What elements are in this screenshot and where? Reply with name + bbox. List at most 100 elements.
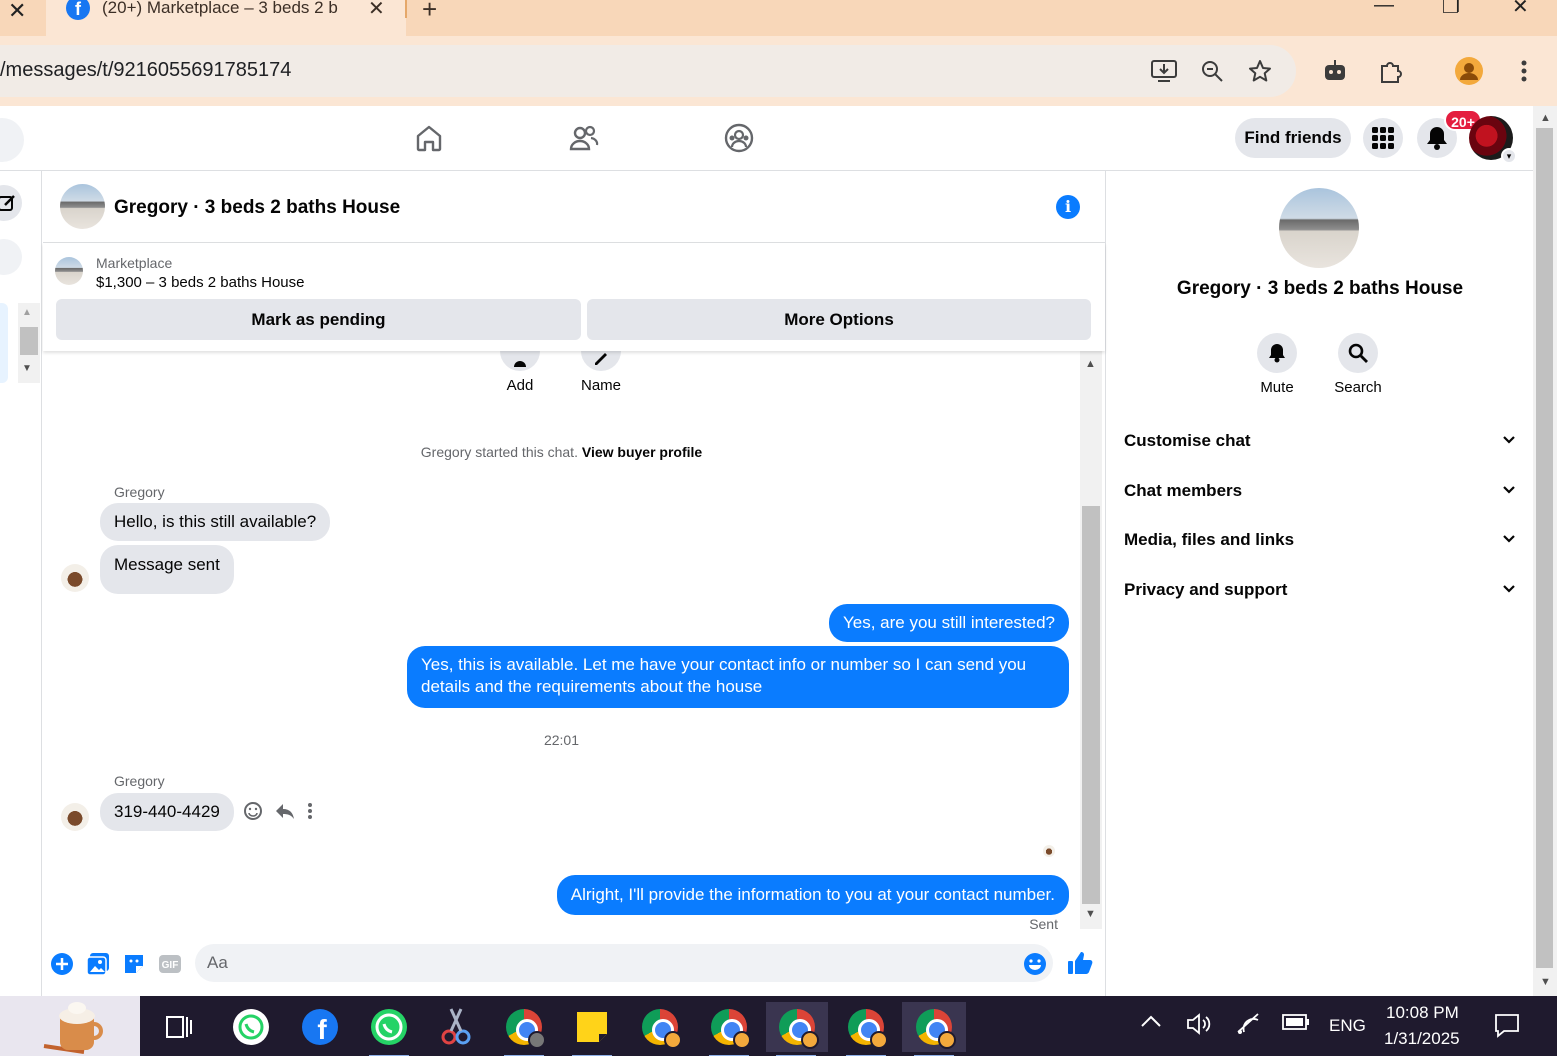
install-app-icon[interactable]: [1150, 57, 1178, 85]
scroll-up-arrow-icon[interactable]: ▲: [1085, 358, 1096, 370]
section-media-files-links[interactable]: Media, files and links: [1124, 530, 1516, 560]
emoji-icon[interactable]: [1023, 952, 1047, 976]
more-actions-icon[interactable]: [307, 801, 313, 826]
chrome-profile-icon[interactable]: [1455, 57, 1483, 85]
listing-title[interactable]: $1,300 – 3 beds 2 baths House: [96, 274, 305, 291]
chrome-icon[interactable]: [498, 1002, 550, 1056]
close-tab-icon[interactable]: ✕: [8, 0, 26, 24]
message-input[interactable]: [195, 944, 1053, 982]
pencil-icon: [595, 353, 607, 365]
chat-title[interactable]: Gregory · 3 beds 2 baths House: [114, 197, 400, 219]
page-scroll-thumb[interactable]: [1536, 128, 1553, 968]
snipping-tool-icon[interactable]: [430, 1002, 482, 1052]
clock-date[interactable]: 1/31/2025: [1384, 1029, 1460, 1049]
message-list: Add Name Gregory started this chat. View…: [43, 351, 1080, 936]
close-window-button[interactable]: ✕: [1512, 0, 1529, 19]
search-in-chat-button[interactable]: [1338, 333, 1378, 373]
sender-avatar[interactable]: [61, 803, 89, 831]
extensions-puzzle-icon[interactable]: [1377, 57, 1405, 85]
chrome-menu-icon[interactable]: [1510, 57, 1538, 85]
sticky-notes-icon[interactable]: [566, 1002, 618, 1056]
chrome-profile-6-icon[interactable]: [902, 1002, 966, 1056]
name-label: Name: [580, 377, 621, 394]
scroll-up-arrow-icon[interactable]: ▲: [1540, 112, 1551, 124]
react-emoji-icon[interactable]: [243, 801, 263, 826]
bookmark-star-icon[interactable]: [1246, 57, 1274, 85]
close-tab-icon[interactable]: ✕: [368, 0, 385, 21]
add-label: Add: [506, 377, 534, 394]
incoming-message[interactable]: Message sent: [100, 545, 234, 594]
chrome-profile-2-icon[interactable]: [634, 1002, 686, 1052]
svg-text:GIF: GIF: [162, 960, 179, 971]
section-label: Customise chat: [1124, 431, 1251, 450]
outgoing-message[interactable]: Yes, this is available. Let me have your…: [407, 646, 1069, 708]
whatsapp-icon[interactable]: [363, 1002, 415, 1056]
gif-icon[interactable]: GIF: [158, 952, 182, 976]
photo-icon[interactable]: [86, 952, 110, 976]
new-message-button[interactable]: [0, 185, 22, 221]
messages-scroll-thumb[interactable]: [1082, 506, 1100, 904]
start-button[interactable]: [0, 996, 140, 1056]
address-bar[interactable]: /messages/t/9216055691785174: [0, 45, 1296, 97]
outgoing-message[interactable]: Yes, are you still interested?: [829, 604, 1069, 642]
groups-icon[interactable]: [724, 123, 754, 153]
name-chat-button[interactable]: [581, 351, 621, 371]
clock-time[interactable]: 10:08 PM: [1386, 1003, 1459, 1023]
volume-icon[interactable]: [1186, 1012, 1212, 1041]
mute-button[interactable]: [1257, 333, 1297, 373]
view-buyer-profile-link[interactable]: View buyer profile: [582, 444, 702, 460]
whatsapp-desktop-icon[interactable]: [225, 1002, 277, 1052]
restore-button[interactable]: ❐: [1442, 0, 1460, 19]
mark-as-pending-button[interactable]: Mark as pending: [56, 299, 581, 340]
find-friends-button[interactable]: Find friends: [1235, 118, 1351, 158]
sender-avatar[interactable]: [61, 564, 89, 592]
battery-icon[interactable]: [1282, 1012, 1310, 1037]
browser-tab-marketplace[interactable]: f (20+) Marketplace – 3 beds 2 b ✕: [46, 0, 406, 36]
notification-center-icon[interactable]: [1494, 1012, 1520, 1043]
chrome-profile-3-icon[interactable]: [703, 1002, 755, 1056]
scroll-down-arrow-icon[interactable]: ▼: [1085, 908, 1096, 920]
chevron-down-icon: [1503, 486, 1515, 494]
chat-started-note: Gregory started this chat. View buyer pr…: [43, 444, 1080, 460]
sticker-icon[interactable]: [122, 952, 146, 976]
add-people-button[interactable]: [500, 351, 540, 371]
home-icon[interactable]: [414, 123, 444, 153]
task-view-icon[interactable]: [152, 1002, 204, 1052]
account-avatar[interactable]: ▾: [1469, 116, 1517, 164]
scroll-up-arrow-icon[interactable]: ▲: [22, 307, 32, 318]
page-scrollbar[interactable]: ▲ ▼: [1533, 106, 1557, 996]
section-customise-chat[interactable]: Customise chat: [1124, 431, 1516, 461]
show-hidden-icons-chevron-icon[interactable]: [1140, 1012, 1162, 1033]
sidebar-scroll-thumb[interactable]: [20, 327, 38, 355]
network-icon[interactable]: [1236, 1012, 1262, 1041]
outgoing-message[interactable]: Alright, I'll provide the information to…: [556, 875, 1069, 915]
search-pill[interactable]: [0, 118, 24, 162]
chat-avatar-house[interactable]: [60, 184, 105, 229]
more-options-button[interactable]: More Options: [587, 299, 1091, 340]
robot-extension-icon[interactable]: [1321, 57, 1349, 85]
section-privacy-support[interactable]: Privacy and support: [1124, 580, 1516, 610]
scroll-down-arrow-icon[interactable]: ▼: [1540, 976, 1551, 988]
thumbs-up-icon[interactable]: [1067, 950, 1093, 974]
facebook-app-icon[interactable]: f: [294, 1002, 346, 1052]
friends-icon[interactable]: [569, 123, 599, 153]
sidebar-pill[interactable]: [0, 239, 22, 275]
language-indicator[interactable]: ENG: [1329, 1016, 1366, 1036]
reply-icon[interactable]: [275, 801, 295, 826]
scroll-down-arrow-icon[interactable]: ▼: [22, 363, 32, 374]
menu-grid-button[interactable]: [1363, 118, 1403, 158]
info-icon[interactable]: i: [1056, 195, 1080, 219]
zoom-icon[interactable]: [1198, 57, 1226, 85]
plus-circle-icon[interactable]: [50, 952, 74, 976]
incoming-message[interactable]: Hello, is this still available?: [100, 503, 331, 541]
marketplace-label: Marketplace: [96, 255, 173, 271]
chrome-profile-4-icon[interactable]: [766, 1002, 828, 1056]
tab-divider: [405, 0, 407, 18]
chrome-profile-5-icon[interactable]: [840, 1002, 892, 1056]
new-tab-button[interactable]: +: [422, 0, 437, 25]
minimize-button[interactable]: —: [1374, 0, 1394, 17]
listing-thumbnail[interactable]: [55, 257, 83, 285]
section-chat-members[interactable]: Chat members: [1124, 481, 1516, 511]
chat-info-avatar[interactable]: [1279, 188, 1359, 268]
incoming-message-phone[interactable]: 319-440-4429: [100, 793, 234, 831]
